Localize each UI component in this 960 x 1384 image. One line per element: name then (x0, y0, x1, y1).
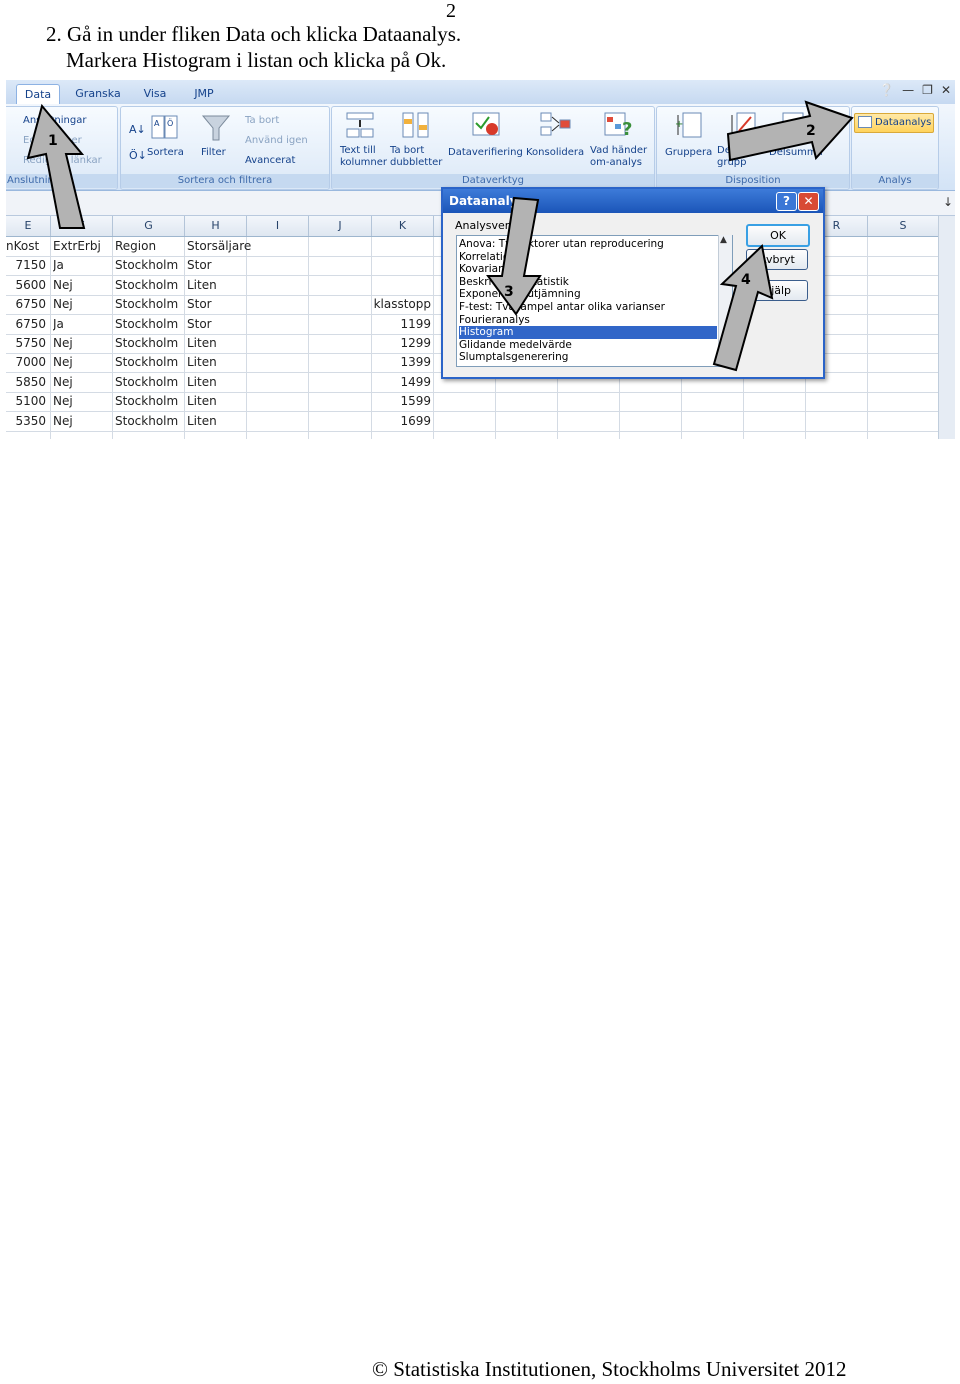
arrow-3-number: 3 (504, 284, 514, 300)
arrow-3: 3 (486, 196, 542, 316)
excel-screenshot: Data Granska Visa JMP ❔ — ❐ ✕ Anslutning… (6, 80, 955, 439)
footer-copyright: © Statistiska Institutionen, Stockholms … (372, 1357, 847, 1381)
instruction-line-2: Markera Histogram i listan och klicka på… (66, 48, 447, 72)
annotation-arrows: 1 2 3 4 (26, 100, 854, 372)
instruction-line-1: 2. Gå in under fliken Data och klicka Da… (46, 22, 462, 46)
arrow-4-number: 4 (741, 272, 751, 288)
arrow-1: 1 (26, 103, 86, 229)
arrow-4: 4 (712, 244, 774, 372)
page-number: 2 (446, 0, 456, 22)
arrow-1-number: 1 (48, 133, 58, 149)
arrow-2: 2 (726, 100, 854, 162)
arrow-2-number: 2 (806, 123, 816, 139)
